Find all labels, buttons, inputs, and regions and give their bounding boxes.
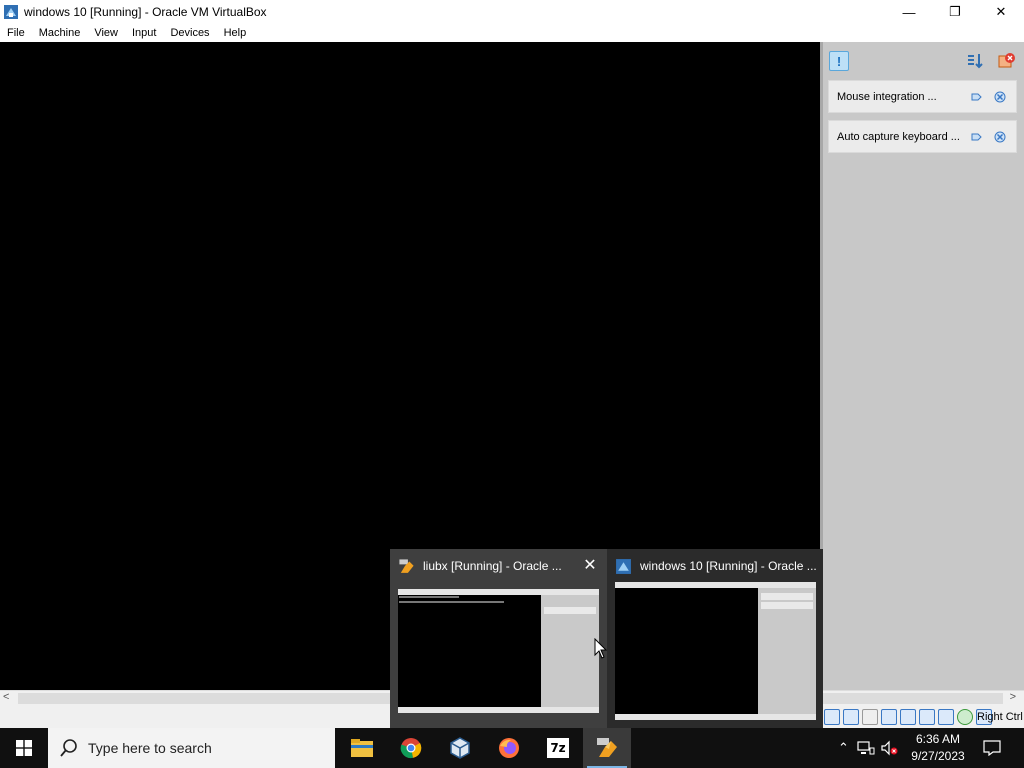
minimize-icon: — — [902, 4, 916, 20]
action-center-button[interactable] — [980, 728, 1004, 768]
mouse-cursor-icon — [594, 638, 608, 659]
7zip-label: 7z — [550, 741, 566, 755]
7zip-icon: 7z — [547, 738, 569, 758]
notification-mouse-integration[interactable]: Mouse integration ... — [828, 80, 1017, 113]
restore-button[interactable]: ❐ — [932, 0, 978, 24]
audio-icon[interactable] — [862, 709, 878, 725]
virtualbox-vm-icon — [597, 738, 617, 757]
thumbnail-statusbar — [615, 714, 816, 720]
pin-icon[interactable] — [971, 91, 983, 103]
taskbar-search-box[interactable]: Type here to search — [48, 728, 335, 768]
scroll-right-icon[interactable]: > — [1010, 691, 1016, 703]
restore-icon: ❐ — [949, 4, 961, 19]
taskbar-chrome[interactable] — [387, 728, 435, 768]
menu-file[interactable]: File — [0, 27, 32, 39]
search-placeholder: Type here to search — [88, 740, 212, 756]
pin-icon[interactable] — [971, 131, 983, 143]
thumbnail-text-line — [399, 601, 504, 603]
notification-icon — [983, 740, 1001, 756]
thumbnail-close-button[interactable]: ✕ — [581, 556, 599, 574]
thumbnail-windows-10[interactable]: windows 10 [Running] - Oracle ... — [607, 549, 823, 728]
close-button[interactable]: ✕ — [978, 0, 1024, 24]
menu-help[interactable]: Help — [217, 27, 254, 39]
virtualbox-vm-icon — [4, 5, 18, 19]
close-icon: ✕ — [583, 557, 597, 574]
desktop: windows 10 [Running] - Oracle VM Virtual… — [0, 0, 1024, 768]
close-icon: ✕ — [995, 4, 1007, 19]
menu-input[interactable]: Input — [125, 27, 163, 39]
window-title: windows 10 [Running] - Oracle VM Virtual… — [24, 5, 267, 19]
thumbnail-note — [544, 607, 596, 614]
scroll-left-icon[interactable]: < — [3, 691, 9, 703]
thumbnail-liubx[interactable]: liubx [Running] - Oracle ... ✕ — [390, 549, 607, 728]
notification-header: ! — [826, 48, 1024, 74]
taskbar-7zip[interactable]: 7z — [534, 728, 582, 768]
alert-icon: ! — [836, 53, 842, 69]
notification-text: Mouse integration ... — [837, 91, 937, 103]
minimize-button[interactable]: — — [886, 0, 932, 24]
clock-time: 6:36 AM — [915, 732, 961, 746]
notification-center: ! Mouse integration ... Auto capture key… — [820, 42, 1024, 690]
title-bar[interactable]: windows 10 [Running] - Oracle VM Virtual… — [0, 0, 1024, 24]
network-icon[interactable] — [881, 709, 897, 725]
system-tray: ⌃ — [838, 728, 899, 768]
thumbnail-note — [761, 602, 813, 609]
clock-date: 9/27/2023 — [911, 749, 965, 763]
file-explorer-icon — [351, 739, 373, 757]
volume-muted-icon[interactable] — [881, 740, 899, 756]
thumbnail-title: windows 10 [Running] - Oracle ... — [640, 559, 817, 573]
show-hidden-icons-icon[interactable]: ⌃ — [838, 740, 849, 756]
thumbnail-statusbar — [398, 707, 599, 713]
thumbnail-image — [615, 582, 816, 720]
start-button[interactable] — [0, 728, 48, 768]
dismiss-icon[interactable] — [994, 91, 1006, 103]
thumbnail-image — [398, 589, 599, 713]
sort-icon[interactable] — [967, 53, 985, 69]
virtualbox-icon — [450, 737, 470, 759]
notification-text: Auto capture keyboard ... — [837, 131, 960, 143]
taskbar-file-explorer[interactable] — [338, 728, 386, 768]
notification-toggle-button[interactable]: ! — [829, 51, 849, 71]
notification-auto-capture-keyboard[interactable]: Auto capture keyboard ... — [828, 120, 1017, 153]
virtualbox-vm-icon — [399, 558, 414, 573]
thumbnail-title: liubx [Running] - Oracle ... — [423, 559, 562, 573]
firefox-icon — [499, 738, 519, 758]
chrome-icon — [400, 738, 422, 759]
menu-devices[interactable]: Devices — [163, 27, 216, 39]
network-tray-icon[interactable] — [857, 740, 875, 756]
thumbnail-note — [761, 593, 813, 600]
display-icon[interactable] — [938, 709, 954, 725]
menu-bar: File Machine View Input Devices Help — [0, 24, 1024, 42]
taskbar-virtualbox[interactable] — [436, 728, 484, 768]
dismiss-icon[interactable] — [994, 131, 1006, 143]
thumbnail-text-line — [399, 596, 459, 598]
hard-disk-icon[interactable] — [824, 709, 840, 725]
thumbnail-sidebar — [758, 588, 816, 714]
menu-view[interactable]: View — [87, 27, 125, 39]
optical-drive-icon[interactable] — [843, 709, 859, 725]
taskbar-clock[interactable]: 6:36 AM 9/27/2023 — [905, 731, 971, 765]
close-all-icon[interactable] — [998, 53, 1016, 69]
menu-machine[interactable]: Machine — [32, 27, 88, 39]
virtualbox-vm-icon — [616, 558, 631, 574]
search-icon — [60, 739, 77, 757]
shared-folders-icon[interactable] — [919, 709, 935, 725]
taskbar-virtualbox-vm[interactable] — [583, 728, 631, 768]
thumbnail-sidebar — [541, 595, 599, 707]
taskbar-firefox[interactable] — [485, 728, 533, 768]
host-key-label[interactable]: Right Ctrl — [977, 711, 1023, 723]
taskbar: Type here to search 7z ⌃ 6:36 AM 9/27/20… — [0, 728, 1024, 768]
recording-icon[interactable] — [957, 709, 973, 725]
windows-logo-icon — [16, 740, 32, 756]
usb-icon[interactable] — [900, 709, 916, 725]
